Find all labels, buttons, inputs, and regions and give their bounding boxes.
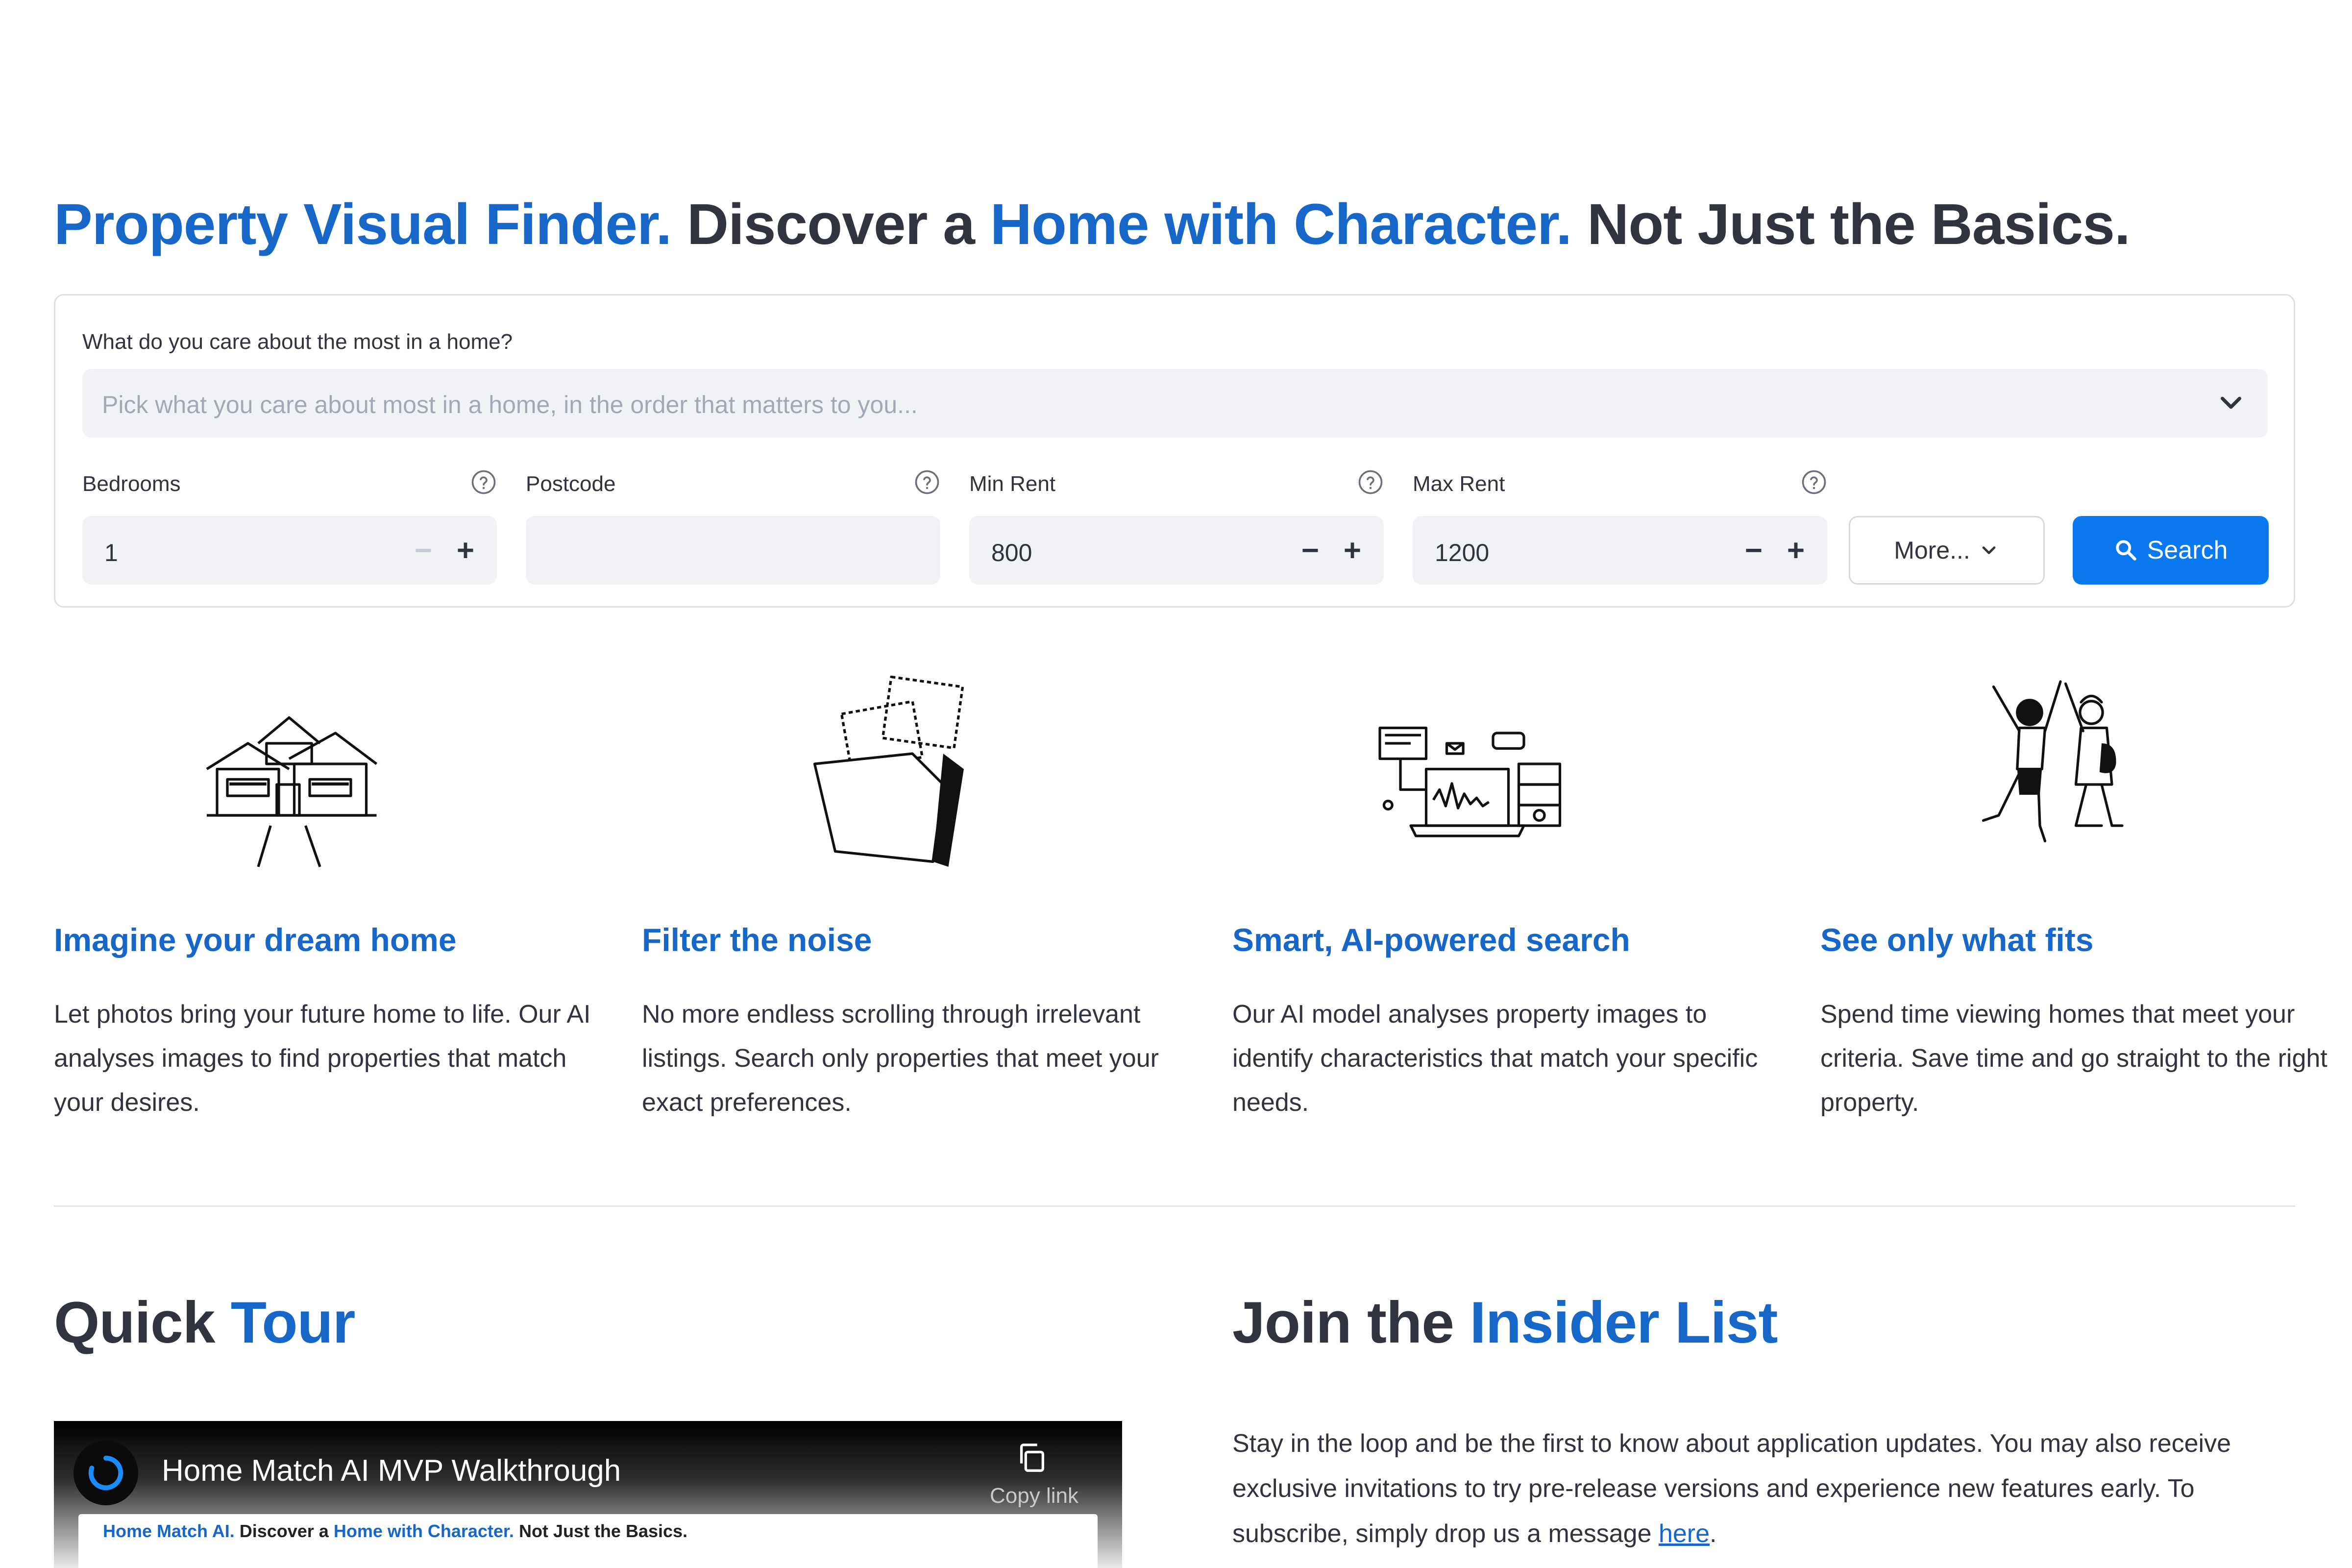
bedrooms-increment-button[interactable]: + [446,531,485,570]
search-label: Search [2147,536,2228,564]
feature-title: Filter the noise [642,922,872,958]
feature-description: Spend time viewing homes that meet your … [1820,1000,2328,1117]
quick-tour-heading-highlight: Tour [230,1290,356,1355]
section-divider [54,1205,2295,1207]
insider-heading: Join the Insider List [1232,1289,1778,1356]
care-label: What do you care about the most in a hom… [82,330,513,354]
title-highlight: Home with Character. [990,192,1572,257]
insider-text-end: . [1710,1519,1717,1548]
video-preview-brand: Home Match AI. [103,1521,235,1541]
bedrooms-decrement-button[interactable]: − [404,531,443,570]
page: Property Visual Finder. Discover a Home … [0,0,2352,1568]
title-brand: Property Visual Finder. [54,192,672,257]
video-player[interactable]: Home Match AI. Discover a Home with Char… [54,1421,1122,1568]
chevron-down-icon[interactable] [2214,386,2248,420]
min-rent-value: 800 [991,539,1032,566]
more-label: More... [1894,537,1970,564]
feature-title: Smart, AI-powered search [1232,922,1630,958]
house-illustration [206,716,378,867]
max-rent-increment-button[interactable]: + [1776,531,1815,570]
chevron-down-icon [1982,546,1996,554]
insider-heading-text: Join the [1232,1290,1470,1355]
video-preview-title: Home Match AI. Discover a Home with Char… [103,1521,687,1542]
page-title: Property Visual Finder. Discover a Home … [54,191,2131,258]
bedrooms-input[interactable]: 1 − + [82,516,497,585]
folder-photos-illustration [813,675,964,867]
feature-description: Our AI model analyses property images to… [1232,1000,1758,1117]
postcode-input[interactable] [526,516,940,585]
more-filters-button[interactable]: More... [1849,516,2045,585]
quick-tour-heading: Quick Tour [54,1289,355,1356]
min-rent-input[interactable]: 800 − + [969,516,1384,585]
title-text: Discover a [671,192,990,257]
insider-text: Stay in the loop and be the first to kno… [1232,1429,2231,1548]
copy-link-label: Copy link [990,1484,1078,1508]
max-rent-value: 1200 [1435,539,1490,566]
video-preview-text: Discover a [234,1521,334,1541]
high-five-illustration [1982,680,2124,843]
max-rent-label: Max Rent [1413,472,1505,496]
help-icon[interactable] [914,469,940,495]
help-icon[interactable] [470,469,497,495]
care-placeholder: Pick what you care about most in a home,… [102,391,918,418]
loading-spinner-icon [88,1455,123,1491]
bedrooms-label: Bedrooms [82,472,181,496]
video-preview-highlight: Home with Character. [333,1521,514,1541]
max-rent-input[interactable]: 1200 − + [1413,516,1827,585]
title-tagline: Not Just the Basics. [1571,192,2131,257]
feature-title: See only what fits [1820,922,2094,958]
insider-description: Stay in the loop and be the first to kno… [1232,1421,2291,1556]
insider-heading-highlight: Insider List [1470,1290,1778,1355]
min-rent-decrement-button[interactable]: − [1291,531,1330,570]
search-icon [2115,540,2136,561]
feature-description: Let photos bring your future home to lif… [54,1000,591,1117]
video-preview-tagline: Not Just the Basics. [514,1521,688,1541]
copy-icon [1020,1444,1044,1472]
min-rent-label: Min Rent [969,472,1056,496]
max-rent-decrement-button[interactable]: − [1734,531,1773,570]
laptop-analytics-illustration [1378,726,1562,837]
search-form: What do you care about the most in a hom… [54,294,2295,608]
feature-title: Imagine your dream home [54,922,457,958]
video-title[interactable]: Home Match AI MVP Walkthrough [162,1453,621,1488]
care-multiselect[interactable]: Pick what you care about most in a home,… [82,369,2268,438]
feature-description: No more endless scrolling through irrele… [642,1000,1159,1117]
channel-avatar[interactable] [74,1441,138,1505]
search-button[interactable]: Search [2073,516,2269,585]
bedrooms-value: 1 [104,539,118,566]
quick-tour-heading-text: Quick [54,1290,231,1355]
help-icon[interactable] [1801,469,1827,495]
insider-link[interactable]: here [1659,1519,1710,1548]
video-preview: Home Match AI. Discover a Home with Char… [78,1514,1098,1568]
help-icon[interactable] [1357,469,1384,495]
copy-link-button[interactable]: Copy link [975,1441,1083,1508]
postcode-label: Postcode [526,472,616,496]
min-rent-increment-button[interactable]: + [1333,531,1372,570]
